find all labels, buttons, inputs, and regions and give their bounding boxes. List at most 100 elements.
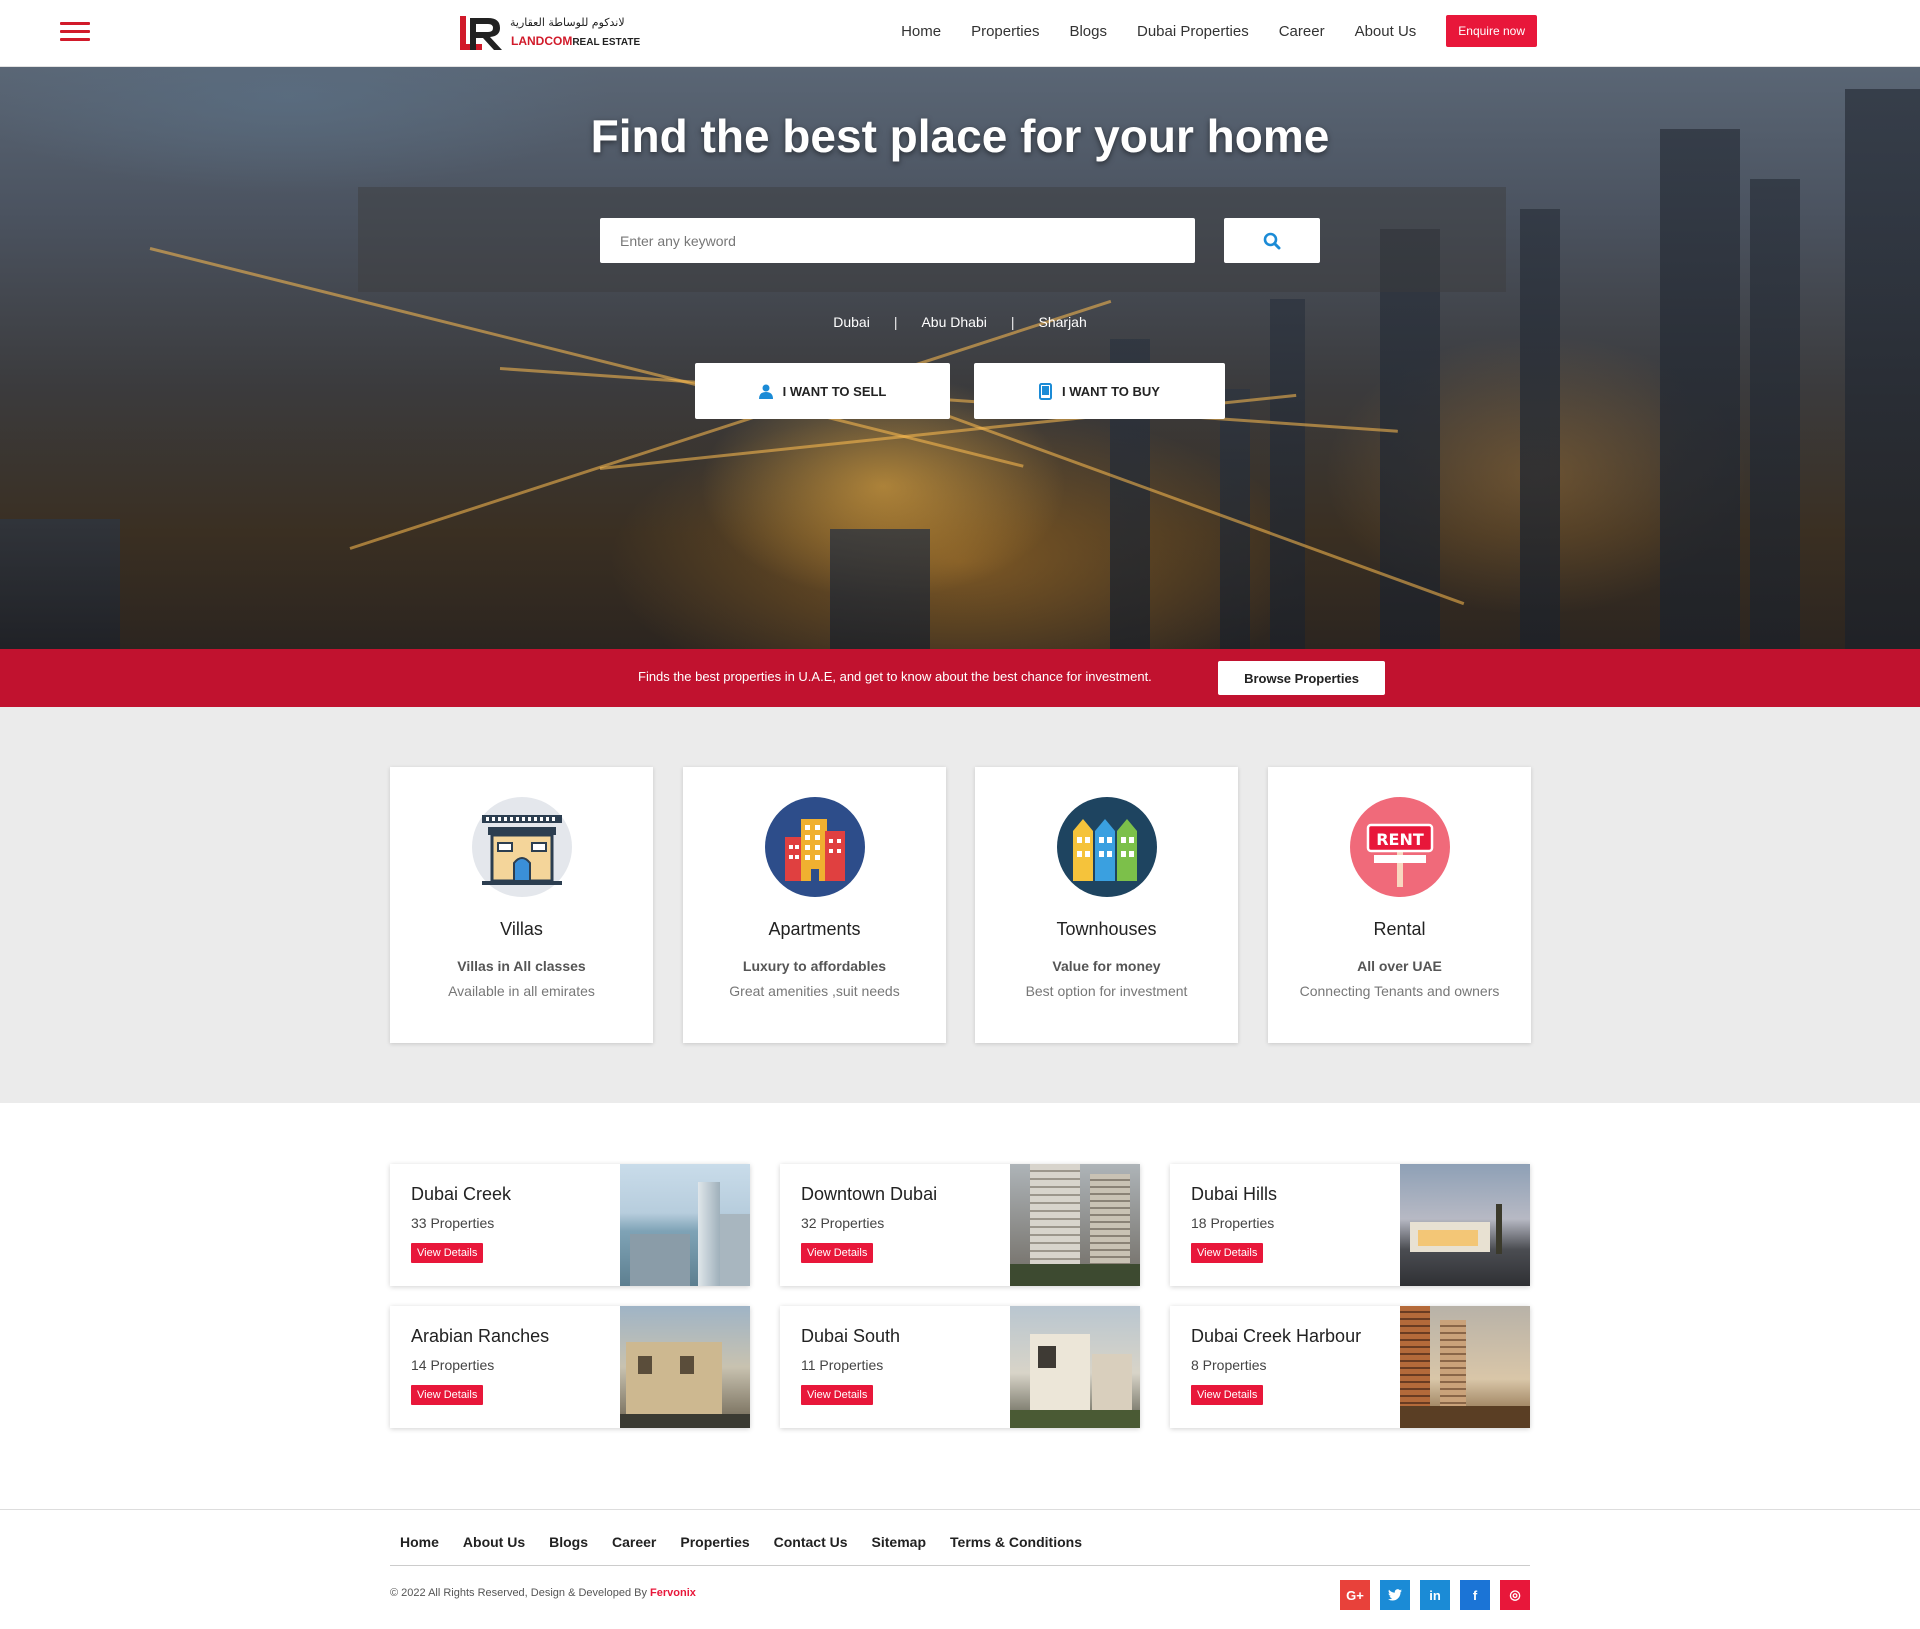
location-card-dubai-creek-harbour[interactable]: Dubai Creek Harbour 8 Properties View De… [1170,1306,1530,1428]
linkedin-icon[interactable]: in [1420,1580,1450,1610]
city-separator: | [893,314,898,330]
category-subtitle: Value for money [1052,958,1161,974]
villa-icon [471,797,572,897]
location-name: Dubai South [801,1326,901,1346]
site-header: لاندكوم للوساطة العقارية LANDCOMREAL EST… [0,0,1920,67]
nav-career[interactable]: Career [1279,23,1325,40]
category-description: Great amenities ,suit needs [729,983,900,999]
footer-nav: Home About Us Blogs Career Properties Co… [400,1534,1106,1550]
view-details-button[interactable]: View Details [411,1385,484,1405]
category-subtitle: Villas in All classes [457,958,586,974]
location-name: Arabian Ranches [411,1326,550,1346]
location-count: 8 Properties [1191,1357,1267,1373]
svg-text:RENT: RENT [1376,830,1424,849]
location-image [1010,1164,1140,1286]
category-title: Rental [1373,919,1426,939]
enquire-now-button[interactable]: Enquire now [1446,15,1537,47]
townhouse-icon [1056,797,1157,897]
promo-band: Finds the best properties in U.A.E, and … [0,649,1920,707]
location-count: 11 Properties [801,1357,884,1373]
category-card-rental[interactable]: RENT Rental All over UAE Connecting Tena… [1268,767,1531,1043]
location-card-dubai-south[interactable]: Dubai South 11 Properties View Details [780,1306,1140,1428]
footer-link-about-us[interactable]: About Us [463,1534,525,1550]
sell-button[interactable]: I WANT TO SELL [695,363,950,419]
promo-text: Finds the best properties in U.A.E, and … [638,669,1152,684]
location-count: 14 Properties [411,1357,495,1373]
nav-blogs[interactable]: Blogs [1069,23,1107,40]
instagram-icon[interactable]: ◎ [1500,1580,1530,1610]
footer-link-blogs[interactable]: Blogs [549,1534,588,1550]
property-categories: Villas Villas in All classes Available i… [0,707,1920,1103]
nav-properties[interactable]: Properties [971,23,1039,40]
location-card-dubai-creek[interactable]: Dubai Creek 33 Properties View Details [390,1164,750,1286]
category-title: Villas [500,919,543,939]
logo-mark-icon [460,16,502,50]
search-button[interactable] [1224,218,1320,263]
location-name: Downtown Dubai [801,1184,938,1204]
nav-dubai-properties[interactable]: Dubai Properties [1137,23,1249,40]
rent-sign-icon: RENT [1349,797,1450,897]
footer-link-home[interactable]: Home [400,1534,439,1550]
nav-home[interactable]: Home [901,23,941,40]
main-nav: Home Properties Blogs Dubai Properties C… [871,0,1537,62]
category-description: Best option for investment [1025,983,1188,999]
facebook-icon[interactable]: f [1460,1580,1490,1610]
location-image [1400,1164,1530,1286]
location-image [1400,1306,1530,1428]
developer-link[interactable]: Fervonix [650,1587,696,1599]
category-card-apartments[interactable]: Apartments Luxury to affordables Great a… [683,767,946,1043]
category-title: Townhouses [1056,919,1157,939]
location-card-downtown-dubai[interactable]: Downtown Dubai 32 Properties View Detail… [780,1164,1140,1286]
footer-link-terms[interactable]: Terms & Conditions [950,1534,1082,1550]
buy-button[interactable]: I WANT TO BUY [974,363,1225,419]
location-image [1010,1306,1140,1428]
logo-arabic-text: لاندكوم للوساطة العقارية [510,16,625,29]
buy-button-label: I WANT TO BUY [1062,383,1160,399]
hero-title: Find the best place for your home [590,110,1330,162]
google-plus-icon[interactable]: G+ [1340,1580,1370,1610]
location-name: Dubai Creek Harbour [1191,1326,1362,1346]
category-subtitle: All over UAE [1357,958,1442,974]
category-description: Connecting Tenants and owners [1299,983,1500,999]
city-link-dubai[interactable]: Dubai [833,314,870,330]
view-details-button[interactable]: View Details [1191,1243,1264,1263]
view-details-button[interactable]: View Details [411,1243,484,1263]
tablet-icon [1039,382,1052,400]
location-count: 33 Properties [411,1215,495,1231]
category-description: Available in all emirates [448,983,595,999]
twitter-bird-icon [1388,1589,1402,1601]
search-icon [1263,232,1281,249]
sell-button-label: I WANT TO SELL [782,383,887,399]
browse-properties-button[interactable]: Browse Properties [1218,661,1385,695]
footer-divider [0,1509,1920,1510]
city-link-sharjah[interactable]: Sharjah [1039,314,1087,330]
menu-icon[interactable] [60,22,90,44]
view-details-button[interactable]: View Details [801,1243,874,1263]
apartment-icon [764,797,865,897]
location-image [620,1306,750,1428]
nav-about-us[interactable]: About Us [1355,23,1417,40]
footer-link-contact-us[interactable]: Contact Us [774,1534,848,1550]
search-input[interactable] [600,218,1195,263]
logo-text: LANDCOMREAL ESTATE [511,34,641,48]
location-card-dubai-hills[interactable]: Dubai Hills 18 Properties View Details [1170,1164,1530,1286]
user-icon [758,384,773,399]
copyright: © 2022 All Rights Reserved, Design & Dev… [390,1587,696,1599]
location-card-arabian-ranches[interactable]: Arabian Ranches 14 Properties View Detai… [390,1306,750,1428]
view-details-button[interactable]: View Details [801,1385,874,1405]
logo[interactable]: لاندكوم للوساطة العقارية LANDCOMREAL EST… [458,14,658,54]
view-details-button[interactable]: View Details [1191,1385,1264,1405]
footer-link-properties[interactable]: Properties [680,1534,749,1550]
city-link-abu-dhabi[interactable]: Abu Dhabi [921,314,986,330]
location-name: Dubai Creek [411,1184,512,1204]
location-name: Dubai Hills [1191,1184,1278,1204]
twitter-icon[interactable] [1380,1580,1410,1610]
footer-link-sitemap[interactable]: Sitemap [872,1534,926,1550]
category-card-townhouses[interactable]: Townhouses Value for money Best option f… [975,767,1238,1043]
footer-link-career[interactable]: Career [612,1534,656,1550]
hero-banner: Find the best place for your home Dubai |… [0,67,1920,649]
category-title: Apartments [768,919,861,939]
location-image [620,1164,750,1286]
city-separator: | [1010,314,1015,330]
category-card-villas[interactable]: Villas Villas in All classes Available i… [390,767,653,1043]
